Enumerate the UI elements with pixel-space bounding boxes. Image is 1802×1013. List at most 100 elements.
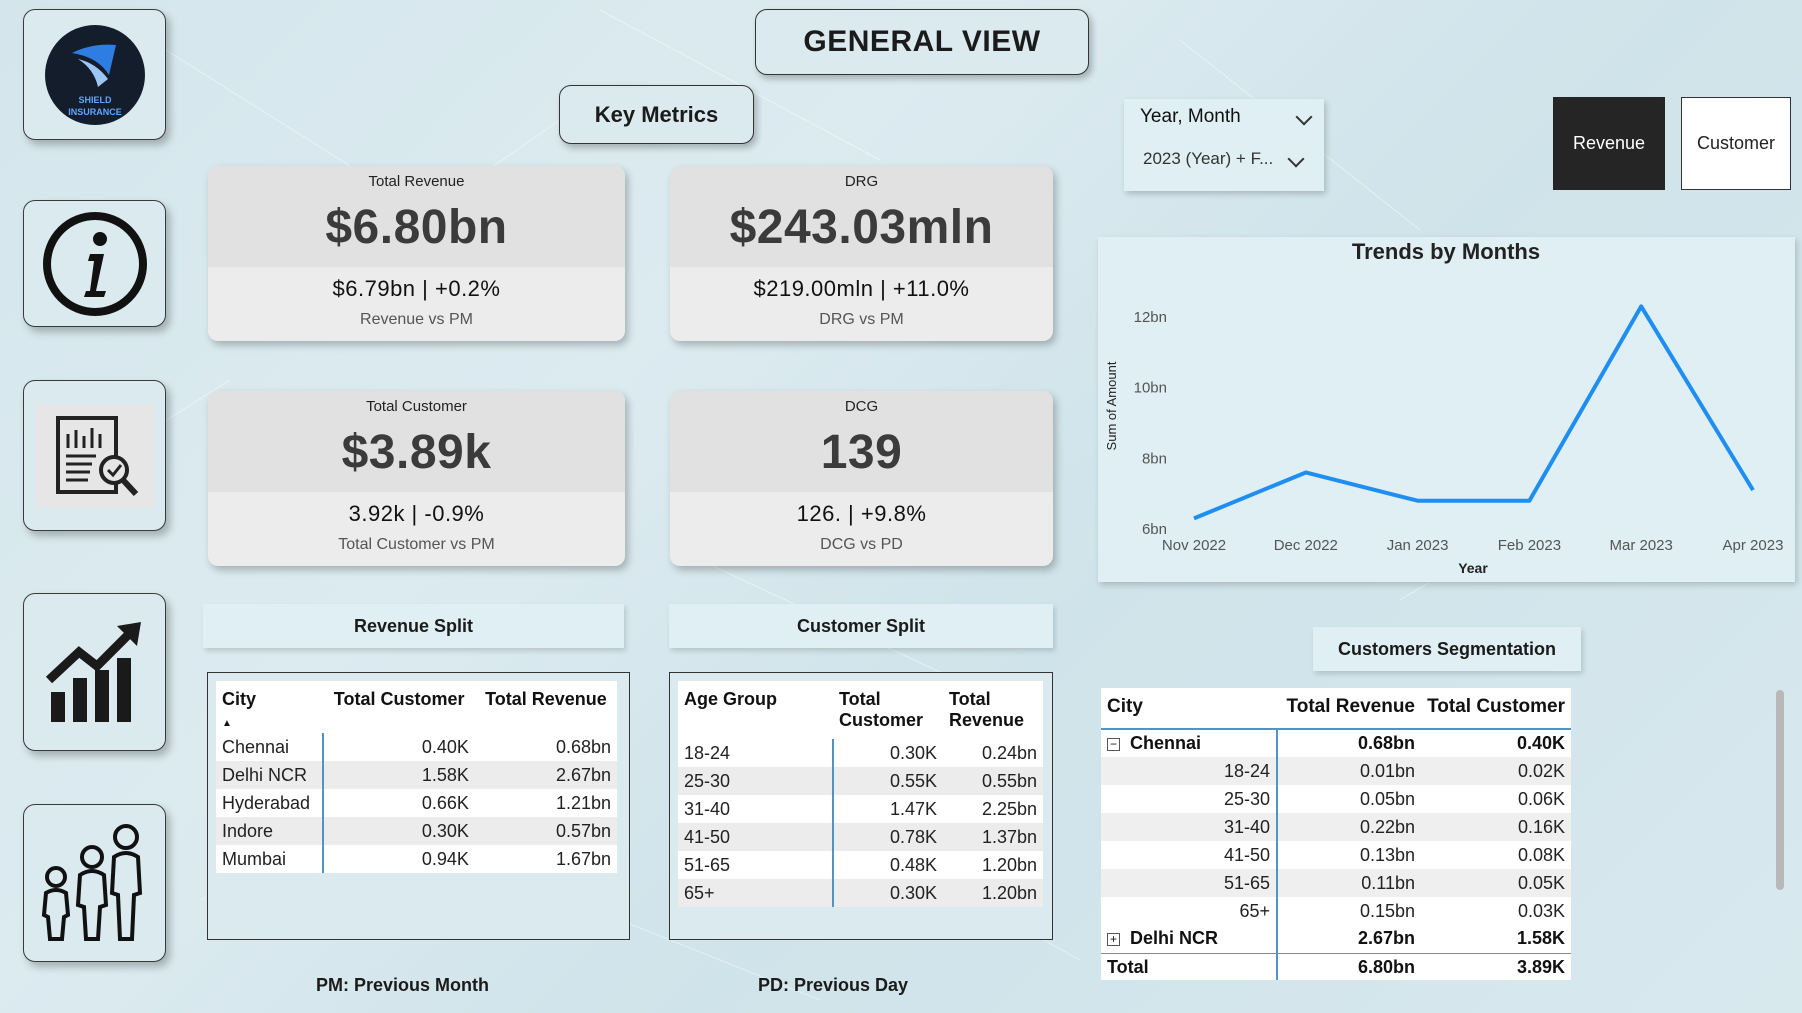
x-tick-label: Nov 2022: [1162, 537, 1226, 554]
cell-city: Delhi NCR: [216, 761, 325, 789]
table-row[interactable]: Delhi NCR 1.58K 2.67bn: [216, 761, 617, 789]
cell-total-revenue: 2.67bn: [474, 761, 617, 789]
column-header-city[interactable]: City ▲: [216, 681, 323, 733]
family-icon: [41, 824, 142, 941]
table-row[interactable]: Hyderabad 0.66K 1.21bn: [216, 789, 617, 817]
chevron-down-icon[interactable]: [1287, 150, 1305, 168]
data-point[interactable]: [1750, 487, 1756, 493]
kpi-label: Total Revenue: [368, 173, 465, 190]
column-header-total-customer[interactable]: Total Customer: [833, 681, 943, 739]
slicer-title: Year, Month: [1140, 106, 1241, 127]
table-row[interactable]: 65+ 0.30K 1.20bn: [678, 879, 1043, 907]
page-title: GENERAL VIEW: [755, 9, 1089, 75]
data-point[interactable]: [1191, 515, 1197, 521]
column-header-age-group[interactable]: Age Group: [678, 681, 833, 739]
year-month-slicer[interactable]: Year, Month 2023 (Year) + F...: [1124, 99, 1324, 191]
customer-toggle-button[interactable]: Customer: [1681, 97, 1791, 190]
table-row[interactable]: Chennai 0.40K 0.68bn: [216, 733, 617, 761]
nav-customers-tile[interactable]: [23, 804, 166, 962]
cell-total-revenue: 0.01bn: [1277, 757, 1421, 785]
cell-total-revenue: 6.80bn: [1277, 952, 1421, 980]
customer-split-title: Customer Split: [669, 604, 1053, 648]
cell-total-customer: 0.48K: [833, 851, 943, 879]
cell-total-customer: 0.30K: [323, 817, 475, 845]
y-tick-label: 10bn: [1134, 380, 1167, 397]
kpi-label: DCG: [844, 398, 879, 415]
expand-icon[interactable]: +: [1107, 933, 1120, 947]
cell-total-customer: 0.78K: [833, 823, 943, 851]
group-row[interactable]: + Delhi NCR 2.67bn 1.58K: [1101, 925, 1571, 953]
kpi-caption: DRG vs PM: [819, 311, 904, 328]
table-row[interactable]: Mumbai 0.94K 1.67bn: [216, 845, 617, 873]
group-city-label: Chennai: [1130, 733, 1202, 753]
column-header-city[interactable]: City: [1101, 688, 1277, 730]
cell-total-customer: 0.94K: [323, 845, 475, 873]
cell-total-customer: 0.55K: [833, 767, 943, 795]
revenue-toggle-label: Revenue: [1572, 133, 1646, 153]
svg-text:INSURANCE: INSURANCE: [68, 107, 122, 117]
kpi-label: DRG: [844, 173, 879, 190]
table-row[interactable]: 41-50 0.13bn 0.08K: [1101, 841, 1571, 869]
table-row[interactable]: 25-30 0.55K 0.55bn: [678, 767, 1043, 795]
nav-home-tile[interactable]: SHIELD INSURANCE: [23, 9, 166, 140]
table-row[interactable]: 18-24 0.01bn 0.02K: [1101, 757, 1571, 785]
y-axis-label: Sum of Amount: [1104, 361, 1119, 450]
table-row[interactable]: 41-50 0.78K 1.37bn: [678, 823, 1043, 851]
cell-total-revenue: 0.05bn: [1359, 788, 1415, 809]
trends-line-chart: Trends by Months Sum of Amount Year 6bn 8…: [1104, 239, 1783, 576]
cell-age-group: 18-24: [1101, 757, 1278, 785]
collapse-icon[interactable]: −: [1107, 738, 1120, 751]
table-row[interactable]: 31-40 1.47K 2.25bn: [678, 795, 1043, 823]
cell-age-group: 25-30: [1101, 785, 1278, 813]
cell-total-customer: 0.02K: [1421, 757, 1571, 785]
data-point[interactable]: [1526, 498, 1532, 504]
cell-total-revenue: 0.13bn: [1359, 844, 1415, 865]
column-header-total-revenue[interactable]: Total Revenue: [943, 681, 1043, 739]
cell-total-customer: 0.30K: [833, 739, 943, 767]
cell-total-revenue: 0.57bn: [474, 817, 617, 845]
kpi-value: $243.03mln: [729, 201, 994, 254]
footnote-pm: PM: Previous Month: [316, 975, 490, 995]
segmentation-scrollbar[interactable]: [1776, 690, 1784, 890]
table-row[interactable]: 31-40 0.22bn 0.16K: [1101, 813, 1571, 841]
column-header-total-customer[interactable]: Total Customer: [323, 681, 475, 733]
cell-total-customer: 0.30K: [833, 879, 943, 907]
cell-total-revenue: 0.15bn: [1359, 900, 1415, 921]
group-row[interactable]: − Chennai 0.68bn 0.40K: [1101, 729, 1571, 757]
column-header-total-customer[interactable]: Total Customer: [1421, 688, 1571, 730]
x-tick-label: Feb 2023: [1498, 537, 1561, 554]
kpi-value: $6.80bn: [325, 201, 508, 254]
cell-city: − Chennai: [1101, 729, 1278, 757]
table-row[interactable]: Indore 0.30K 0.57bn: [216, 817, 617, 845]
table-row[interactable]: 18-24 0.30K 0.24bn: [678, 739, 1043, 767]
table-row[interactable]: 25-30 0.05bn 0.06K: [1101, 785, 1571, 813]
chevron-down-icon[interactable]: [1295, 108, 1313, 126]
slicer-selected-value[interactable]: 2023 (Year) + F...: [1143, 149, 1273, 169]
revenue-split-title-text: Revenue Split: [353, 615, 474, 636]
table-row[interactable]: 65+ 0.15bn 0.03K: [1101, 897, 1571, 925]
nav-info-tile[interactable]: [23, 200, 166, 327]
cell-total-revenue: 1.20bn: [943, 879, 1043, 907]
column-header-total-revenue[interactable]: Total Revenue: [1277, 688, 1421, 730]
svg-text:SHIELD: SHIELD: [78, 95, 112, 105]
nav-growth-tile[interactable]: [23, 593, 166, 751]
column-header-total-revenue[interactable]: Total Revenue: [475, 681, 617, 733]
data-point[interactable]: [1303, 469, 1309, 475]
cell-total-customer: 0.06K: [1517, 788, 1565, 809]
kpi-drg: DRG $243.03mln $219.00mln | +11.0% DRG v…: [670, 166, 1053, 341]
revenue-split-rows: Chennai 0.40K 0.68bn Delhi NCR 1.58K 2.67bn Hy…: [216, 733, 617, 873]
cell-total-revenue: 1.67bn: [474, 845, 617, 873]
revenue-toggle-button[interactable]: Revenue: [1553, 97, 1665, 190]
cell-age-group: 65+: [678, 879, 834, 907]
cell-city: Chennai: [216, 733, 325, 761]
kpi-total-revenue: Total Revenue $6.80bn $6.79bn | +0.2% Re…: [208, 166, 625, 341]
series-line[interactable]: [1193, 304, 1755, 521]
nav-report-tile[interactable]: [23, 380, 166, 531]
data-point[interactable]: [1638, 303, 1644, 309]
table-row[interactable]: 51-65 0.48K 1.20bn: [678, 851, 1043, 879]
data-point[interactable]: [1415, 498, 1421, 504]
cell-total-revenue: 0.68bn: [474, 733, 617, 761]
sort-ascending-icon[interactable]: ▲: [222, 718, 232, 729]
segmentation-matrix: City Total Revenue Total Customer − Chenn…: [1101, 688, 1571, 980]
table-row[interactable]: 51-65 0.11bn 0.05K: [1101, 869, 1571, 897]
